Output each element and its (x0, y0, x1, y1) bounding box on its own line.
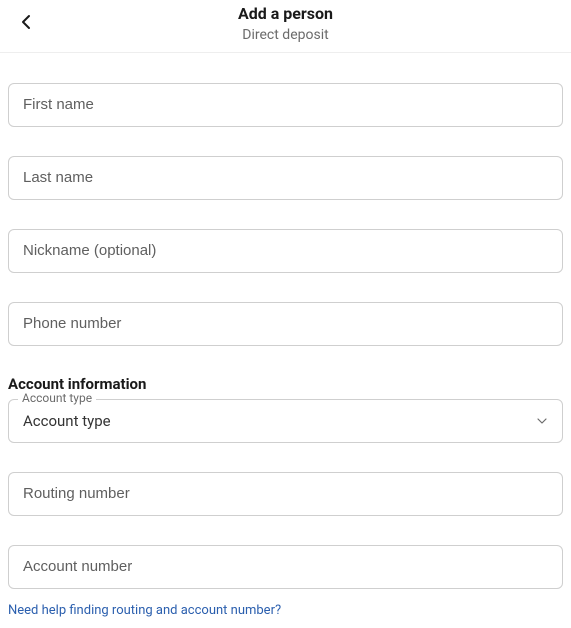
account-type-select[interactable]: Account type (8, 399, 563, 443)
nickname-input[interactable] (8, 229, 563, 273)
page-subtitle: Direct deposit (0, 26, 571, 44)
last-name-input[interactable] (8, 156, 563, 200)
form-content: Account information Account type Account… (0, 53, 571, 618)
help-link[interactable]: Need help finding routing and account nu… (8, 603, 281, 618)
phone-input[interactable] (8, 302, 563, 346)
back-button[interactable] (16, 12, 36, 32)
account-type-label: Account type (18, 391, 96, 405)
chevron-down-icon (536, 415, 548, 427)
account-type-value: Account type (23, 412, 111, 430)
account-type-wrapper: Account type Account type (8, 399, 563, 443)
page-header: Add a person Direct deposit (0, 0, 571, 53)
first-name-input[interactable] (8, 83, 563, 127)
account-number-input[interactable] (8, 545, 563, 589)
chevron-left-icon (21, 14, 31, 30)
routing-number-input[interactable] (8, 472, 563, 516)
page-title: Add a person (0, 4, 571, 25)
